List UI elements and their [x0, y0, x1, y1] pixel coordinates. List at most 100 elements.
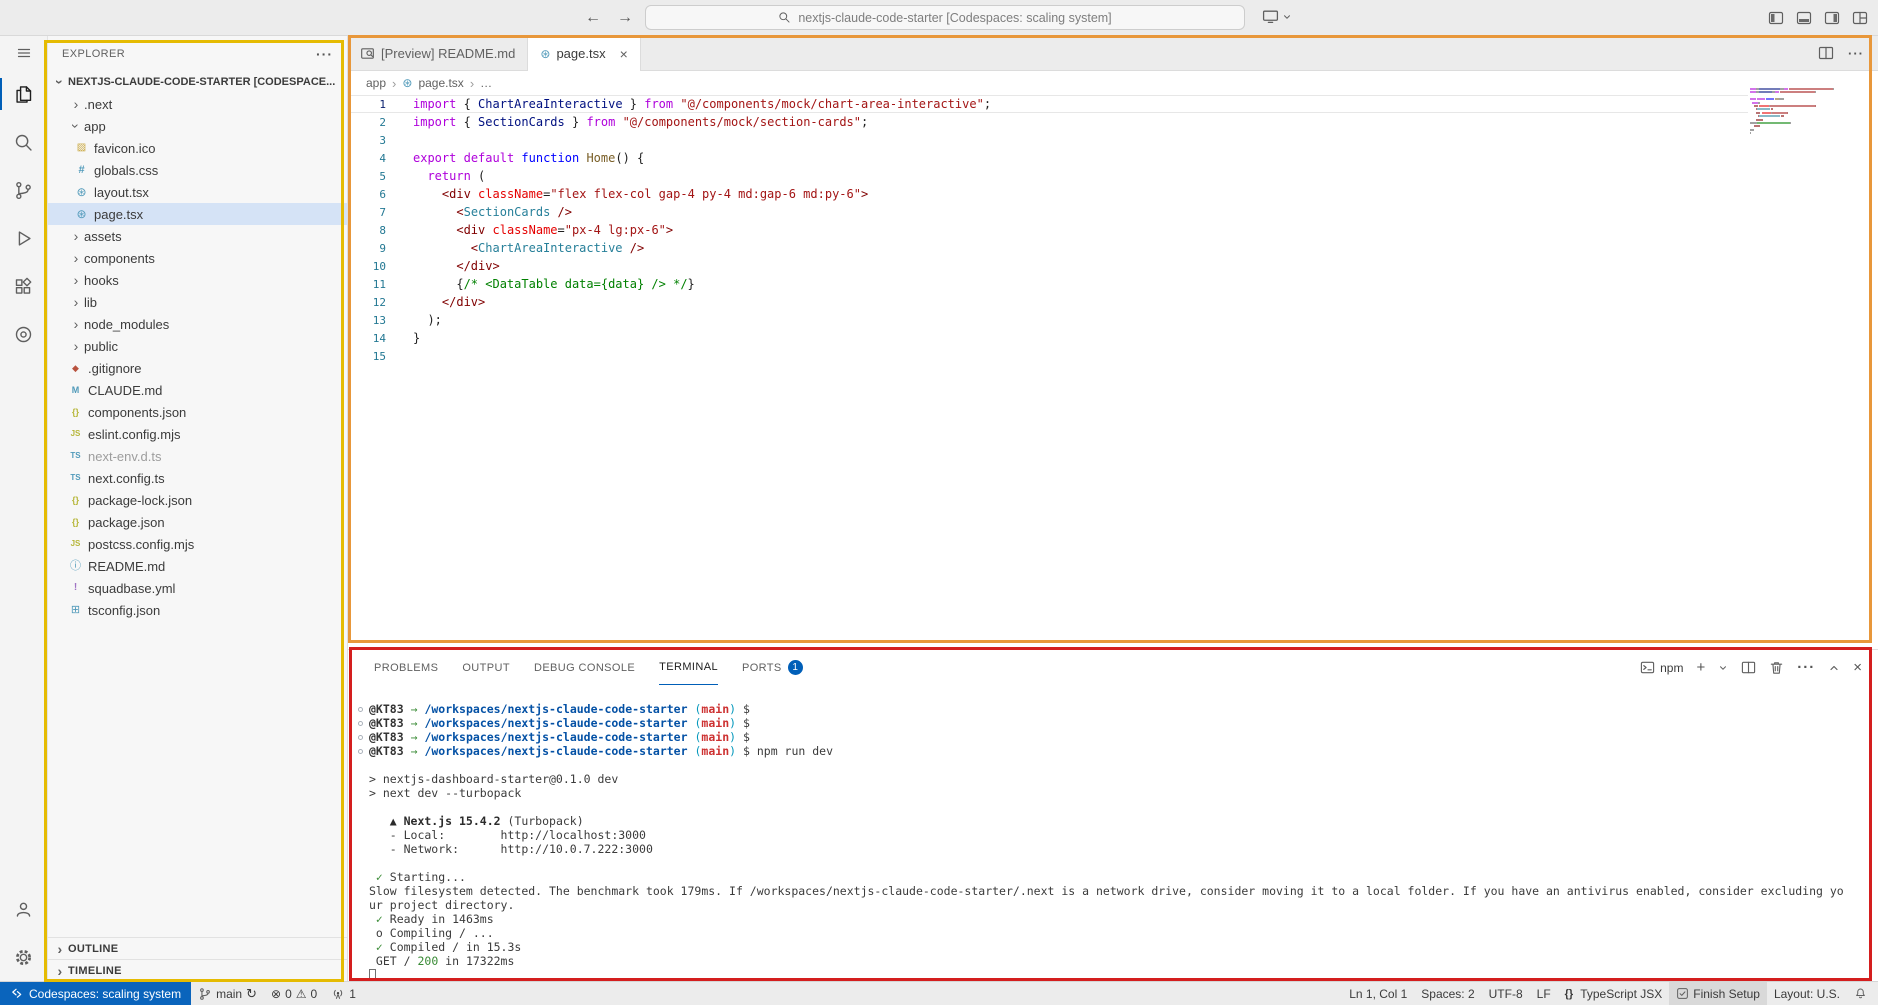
terminal-more-actions-icon[interactable]: ··· [1797, 659, 1815, 676]
explorer-icon[interactable] [0, 70, 47, 118]
back-icon[interactable]: ← [585, 9, 601, 27]
tree-item-label: favicon.ico [94, 141, 155, 156]
line-number: 8 [348, 224, 400, 237]
react-file-icon: ⊛ [540, 47, 550, 61]
tab-ports[interactable]: PORTS 1 [742, 650, 803, 685]
toggle-primary-sidebar-icon[interactable] [1768, 10, 1784, 26]
run-and-debug-icon[interactable] [0, 214, 47, 262]
workspace-root-folder[interactable]: › NEXTJS-CLAUDE-CODE-STARTER [CODESPACE.… [48, 71, 347, 93]
terminal-cursor [369, 969, 376, 981]
split-terminal-icon[interactable] [1741, 660, 1756, 675]
chevron-down-icon: › [69, 118, 83, 134]
ports-indicator[interactable]: 1 [324, 982, 363, 1005]
codespaces-menu-button[interactable] [1262, 8, 1292, 25]
breadcrumb-item-symbol[interactable]: … [480, 76, 492, 90]
launch-profile-chevron-icon[interactable] [1718, 663, 1728, 673]
terminal-line: @KT83 → /workspaces/nextjs-claude-code-s… [352, 730, 1878, 744]
tab-terminal[interactable]: TERMINAL [659, 650, 718, 685]
cursor-position[interactable]: Ln 1, Col 1 [1342, 982, 1414, 1005]
tree-file-.gitignore[interactable]: ◆.gitignore [48, 357, 347, 379]
tree-folder-app[interactable]: ›app [48, 115, 347, 137]
indentation-indicator[interactable]: Spaces: 2 [1414, 982, 1481, 1005]
breadcrumb-item-app[interactable]: app [366, 76, 386, 90]
tree-file-eslint.config.mjs[interactable]: JSeslint.config.mjs [48, 423, 347, 445]
tab-readme-preview[interactable]: [Preview] README.md [348, 36, 528, 70]
account-icon[interactable] [0, 885, 47, 933]
timeline-section[interactable]: › TIMELINE [48, 959, 347, 981]
tree-file-components.json[interactable]: {}components.json [48, 401, 347, 423]
breadcrumb-item-file[interactable]: page.tsx [418, 76, 463, 90]
terminal-output[interactable]: @KT83 → /workspaces/nextjs-claude-code-s… [348, 685, 1878, 981]
tree-file-page.tsx[interactable]: ⊛page.tsx [48, 203, 347, 225]
tree-folder-hooks[interactable]: ›hooks [48, 269, 347, 291]
tree-folder-.next[interactable]: ›.next [48, 93, 347, 115]
tree-folder-node_modules[interactable]: ›node_modules [48, 313, 347, 335]
encoding-indicator[interactable]: UTF-8 [1482, 982, 1530, 1005]
remote-icon [10, 987, 23, 1000]
tree-item-label: assets [84, 229, 122, 244]
keyboard-layout[interactable]: Layout: U.S. [1767, 982, 1847, 1005]
tree-file-favicon.ico[interactable]: ▨favicon.ico [48, 137, 347, 159]
tree-file-tsconfig.json[interactable]: ⊞tsconfig.json [48, 599, 347, 621]
finish-setup-button[interactable]: Finish Setup [1669, 982, 1767, 1005]
menu-icon[interactable] [0, 36, 47, 70]
command-decoration-icon[interactable] [358, 721, 363, 726]
editor-more-actions-icon[interactable]: ··· [1848, 46, 1864, 61]
new-terminal-icon[interactable]: + [1696, 659, 1705, 676]
explorer-more-actions-icon[interactable]: ··· [316, 46, 333, 62]
forward-icon[interactable]: → [617, 9, 633, 27]
tree-folder-public[interactable]: ›public [48, 335, 347, 357]
command-center-text: nextjs-claude-code-starter [Codespaces: … [798, 11, 1111, 25]
tree-file-package-lock.json[interactable]: {}package-lock.json [48, 489, 347, 511]
toggle-secondary-sidebar-icon[interactable] [1824, 10, 1840, 26]
tab-debug-console[interactable]: DEBUG CONSOLE [534, 650, 635, 685]
kill-terminal-trash-icon[interactable] [1769, 660, 1784, 675]
terminal-line [352, 856, 1878, 870]
customize-layout-icon[interactable] [1852, 10, 1868, 26]
tree-file-next-env.d.ts[interactable]: TSnext-env.d.ts [48, 445, 347, 467]
problems-indicator[interactable]: ⊗ 0 ⚠ 0 [264, 982, 324, 1005]
extensions-icon[interactable] [0, 262, 47, 310]
eol-indicator[interactable]: LF [1530, 982, 1558, 1005]
tree-file-globals.css[interactable]: #globals.css [48, 159, 347, 181]
terminal-shell-picker[interactable]: npm [1640, 660, 1683, 675]
outline-section[interactable]: › OUTLINE [48, 937, 347, 959]
terminal-line: ✓ Ready in 1463ms [352, 912, 1878, 926]
tree-file-layout.tsx[interactable]: ⊛layout.tsx [48, 181, 347, 203]
line-number: 9 [348, 242, 400, 255]
tree-file-squadbase.yml[interactable]: !squadbase.yml [48, 577, 347, 599]
command-decoration-icon[interactable] [358, 707, 363, 712]
remote-indicator[interactable]: Codespaces: scaling system [0, 982, 191, 1005]
maximize-panel-icon[interactable] [1828, 662, 1840, 674]
tab-problems[interactable]: PROBLEMS [374, 650, 438, 685]
notifications-bell[interactable] [1847, 982, 1874, 1005]
sync-icon[interactable]: ↻ [246, 987, 257, 1000]
terminal-icon [1640, 660, 1655, 675]
code-editor[interactable]: 1import { ChartAreaInteractive } from "@… [348, 95, 1748, 365]
remote-explorer-icon[interactable] [0, 310, 47, 358]
tree-folder-lib[interactable]: ›lib [48, 291, 347, 313]
toggle-panel-icon[interactable] [1796, 10, 1812, 26]
language-mode[interactable]: {} TypeScript JSX [1558, 982, 1670, 1005]
tab-page-tsx[interactable]: ⊛ page.tsx × [528, 36, 640, 71]
source-control-icon[interactable] [0, 166, 47, 214]
split-editor-icon[interactable] [1818, 45, 1834, 61]
tree-file-CLAUDE.md[interactable]: MCLAUDE.md [48, 379, 347, 401]
minimap[interactable] [1750, 88, 1860, 139]
tab-output[interactable]: OUTPUT [462, 650, 510, 685]
tree-folder-assets[interactable]: ›assets [48, 225, 347, 247]
settings-gear-icon[interactable] [0, 933, 47, 981]
tree-folder-components[interactable]: ›components [48, 247, 347, 269]
command-decoration-icon[interactable] [358, 735, 363, 740]
tree-file-README.md[interactable]: ⓘREADME.md [48, 555, 347, 577]
branch-indicator[interactable]: main ↻ [191, 982, 264, 1005]
search-view-icon[interactable] [0, 118, 47, 166]
close-tab-icon[interactable]: × [620, 46, 628, 62]
close-panel-icon[interactable]: × [1853, 659, 1862, 676]
command-decoration-icon[interactable] [358, 749, 363, 754]
command-center-search[interactable]: nextjs-claude-code-starter [Codespaces: … [645, 5, 1245, 30]
tree-file-postcss.config.mjs[interactable]: JSpostcss.config.mjs [48, 533, 347, 555]
tree-file-package.json[interactable]: {}package.json [48, 511, 347, 533]
tree-file-next.config.ts[interactable]: TSnext.config.ts [48, 467, 347, 489]
terminal-actions: npm + ··· × [1640, 650, 1862, 685]
